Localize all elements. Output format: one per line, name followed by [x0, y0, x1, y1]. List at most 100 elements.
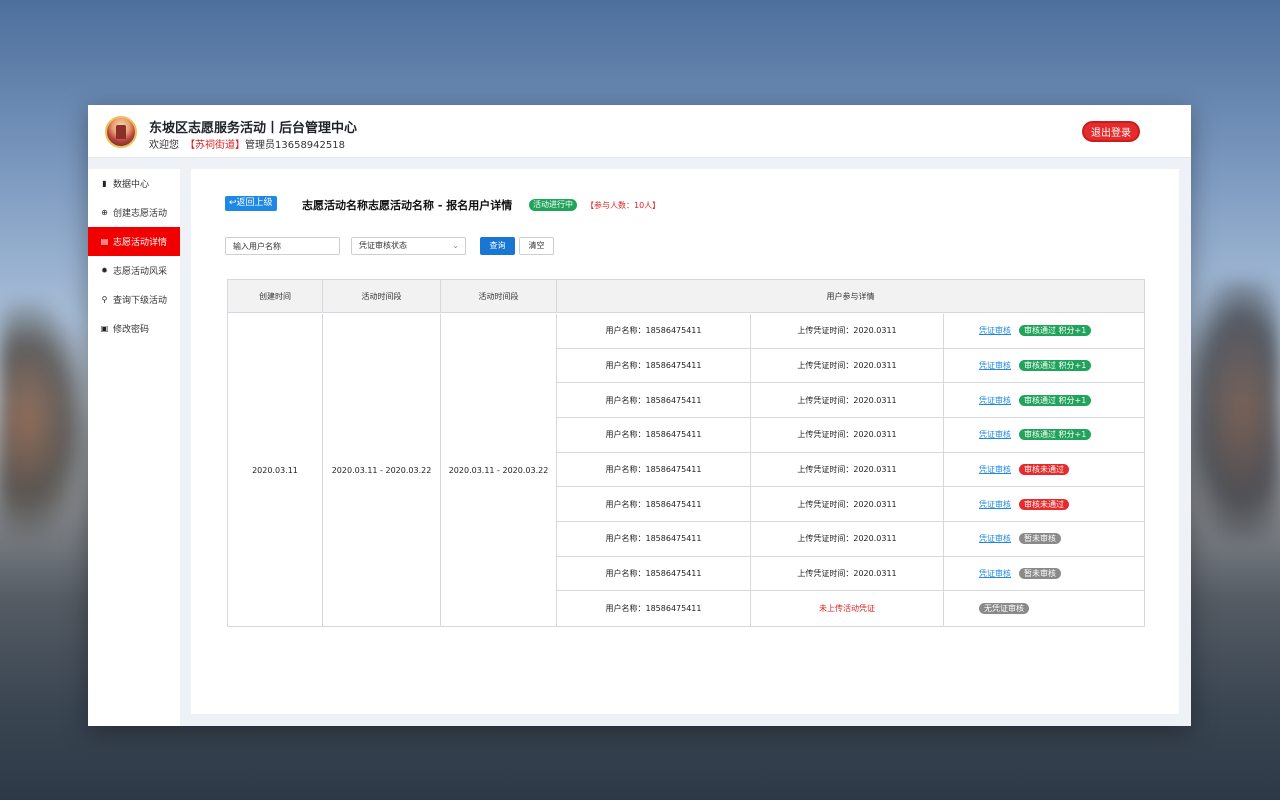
header-activity-period: 活动时间段	[323, 280, 441, 313]
sidebar-item-activity-details[interactable]: ▤ 志愿活动详情	[88, 227, 180, 256]
welcome-line: 欢迎您 【苏祠街道】管理员13658942518	[149, 136, 345, 151]
query-button[interactable]: 查询	[480, 237, 515, 255]
upload-time-cell: 上传凭证时间：2020.0311	[751, 521, 944, 556]
logo-icon	[105, 116, 137, 148]
header-bar: 东坡区志愿服务活动丨后台管理中心 欢迎您 【苏祠街道】管理员13658942518…	[88, 105, 1191, 158]
upload-time-cell: 上传凭证时间：2020.0311	[751, 452, 944, 487]
review-cell: 无凭证审核	[944, 591, 1144, 626]
user-name: 用户名称：18586475411	[605, 604, 702, 614]
main-content: ↩返回上级 志愿活动名称志愿活动名称 - 报名用户详情 活动进行中 【参与人数：…	[191, 169, 1179, 714]
sidebar-item-activity-showcase[interactable]: ✹ 志愿活动风采	[88, 256, 180, 285]
table-row: 用户名称：18586475411 未上传活动凭证 无凭证审核	[557, 591, 1144, 626]
review-cell: 凭证审核 审核未通过	[944, 453, 1144, 487]
participant-rows: 用户名称：18586475411 上传凭证时间：2020.0311 凭证审核 审核通过…	[557, 314, 1144, 626]
welcome-prefix: 欢迎您	[149, 140, 179, 151]
gear-icon: ✹	[101, 266, 108, 275]
review-status-badge: 审核通过 积分+1	[1019, 394, 1092, 406]
background-blur-right	[1185, 280, 1280, 540]
admin-window: 东坡区志愿服务活动丨后台管理中心 欢迎您 【苏祠街道】管理员13658942518…	[88, 105, 1191, 726]
background-blur-left	[0, 300, 90, 540]
chevron-down-icon: ⌄	[452, 241, 459, 250]
status-badge: 活动进行中	[529, 199, 577, 211]
review-cell: 凭证审核 审核通过 积分+1	[944, 383, 1144, 417]
participants-table: 创建时间 活动时间段 活动时间段 用户参与详情 2020.03.11 2020.…	[227, 279, 1145, 627]
user-name-cell: 用户名称：18586475411	[557, 487, 751, 521]
plus-circle-icon: ⊕	[101, 208, 108, 217]
review-cell: 凭证审核 暂未审核	[944, 522, 1144, 556]
review-status-badge: 无凭证审核	[979, 603, 1029, 615]
sidebar-item-label: 创建志愿活动	[113, 209, 168, 219]
user-name-cell: 用户名称：18586475411	[557, 591, 751, 626]
review-cell: 凭证审核 暂未审核	[944, 557, 1144, 591]
table-row: 用户名称：18586475411 上传凭证时间：2020.0311 凭证审核 审核未通…	[557, 452, 1144, 488]
sidebar-item-change-password[interactable]: ▣ 修改密码	[88, 314, 180, 343]
upload-time-cell: 未上传活动凭证	[751, 591, 944, 626]
user-name: 用户名称：18586475411	[605, 360, 702, 370]
user-name-cell: 用户名称：18586475411	[557, 383, 751, 417]
review-link[interactable]: 凭证审核	[979, 464, 1011, 475]
review-link[interactable]: 凭证审核	[979, 568, 1011, 579]
table-row: 用户名称：18586475411 上传凭证时间：2020.0311 凭证审核 审核通过…	[557, 348, 1144, 384]
user-name: 用户名称：18586475411	[605, 430, 702, 440]
upload-time-cell: 上传凭证时间：2020.0311	[751, 487, 944, 521]
table-row: 用户名称：18586475411 上传凭证时间：2020.0311 凭证审核 暂未审核	[557, 556, 1144, 592]
review-link[interactable]: 凭证审核	[979, 533, 1011, 544]
created-date-cell: 2020.03.11	[228, 314, 323, 626]
user-name: 用户名称：18586475411	[605, 395, 702, 405]
sidebar-item-label: 查询下级活动	[113, 296, 168, 306]
back-button[interactable]: ↩返回上级	[225, 196, 277, 211]
review-status-badge: 暂未审核	[1019, 533, 1061, 545]
participant-count: 【参与人数：10人】	[586, 201, 661, 210]
user-name-cell: 用户名称：18586475411	[557, 556, 751, 591]
upload-time-cell: 上传凭证时间：2020.0311	[751, 556, 944, 591]
review-link[interactable]: 凭证审核	[979, 429, 1011, 440]
review-link[interactable]: 凭证审核	[979, 499, 1011, 510]
username-search-input[interactable]	[225, 237, 340, 255]
clear-button[interactable]: 清空	[519, 237, 554, 255]
table-row: 用户名称：18586475411 上传凭证时间：2020.0311 凭证审核 暂未审核	[557, 521, 1144, 557]
review-status-select[interactable]: 凭证审核状态 ⌄	[351, 237, 466, 255]
admin-account: 管理员13658942518	[245, 140, 345, 151]
upload-time: 上传凭证时间：2020.0311	[797, 395, 897, 405]
sidebar-item-create-activity[interactable]: ⊕ 创建志愿活动	[88, 198, 180, 227]
sidebar-item-label: 数据中心	[113, 180, 150, 190]
street-name: 【苏祠街道】	[185, 140, 245, 151]
review-link[interactable]: 凭证审核	[979, 395, 1011, 406]
user-name: 用户名称：18586475411	[605, 499, 702, 509]
user-name: 用户名称：18586475411	[605, 568, 702, 578]
review-link[interactable]: 凭证审核	[979, 360, 1011, 371]
sidebar-item-label: 修改密码	[113, 325, 150, 335]
bar-chart-icon: ▮	[102, 179, 107, 188]
review-link[interactable]: 凭证审核	[979, 325, 1011, 336]
activity-period-cell-2: 2020.03.11 - 2020.03.22	[441, 314, 557, 626]
review-status-badge: 暂未审核	[1019, 567, 1061, 579]
table-row: 用户名称：18586475411 上传凭证时间：2020.0311 凭证审核 审核通过…	[557, 383, 1144, 418]
sidebar-item-data-center[interactable]: ▮ 数据中心	[88, 169, 180, 198]
table-row: 用户名称：18586475411 上传凭证时间：2020.0311 凭证审核 审核未通…	[557, 487, 1144, 522]
review-cell: 凭证审核 审核通过 积分+1	[944, 418, 1144, 452]
table-row: 用户名称：18586475411 上传凭证时间：2020.0311 凭证审核 审核通过…	[557, 314, 1144, 349]
header-activity-period-2: 活动时间段	[441, 280, 557, 313]
user-name-cell: 用户名称：18586475411	[557, 452, 751, 487]
review-status-badge: 审核通过 积分+1	[1019, 325, 1092, 337]
table-header: 创建时间 活动时间段 活动时间段 用户参与详情	[228, 280, 1144, 313]
upload-time-cell: 上传凭证时间：2020.0311	[751, 348, 944, 383]
upload-time: 上传凭证时间：2020.0311	[797, 499, 897, 509]
upload-time: 上传凭证时间：2020.0311	[797, 430, 897, 440]
document-icon: ▤	[100, 237, 109, 246]
back-label: 返回上级	[236, 198, 273, 208]
logout-button[interactable]: 退出登录	[1082, 121, 1140, 142]
upload-time: 未上传活动凭证	[819, 604, 875, 614]
activity-period-cell: 2020.03.11 - 2020.03.22	[323, 314, 441, 626]
review-cell: 凭证审核 审核未通过	[944, 487, 1144, 521]
user-name: 用户名称：18586475411	[605, 464, 702, 474]
upload-time-cell: 上传凭证时间：2020.0311	[751, 417, 944, 452]
page-title: 志愿活动名称志愿活动名称 - 报名用户详情	[302, 199, 513, 212]
sidebar-item-label: 志愿活动风采	[113, 267, 168, 277]
upload-time-cell: 上传凭证时间：2020.0311	[751, 314, 944, 348]
review-status-value: 凭证审核状态	[359, 241, 407, 250]
header-created-time: 创建时间	[228, 280, 323, 313]
upload-time: 上传凭证时间：2020.0311	[797, 326, 897, 336]
sidebar-item-query-subordinate[interactable]: ⚲ 查询下级活动	[88, 285, 180, 314]
review-cell: 凭证审核 审核通过 积分+1	[944, 314, 1144, 348]
